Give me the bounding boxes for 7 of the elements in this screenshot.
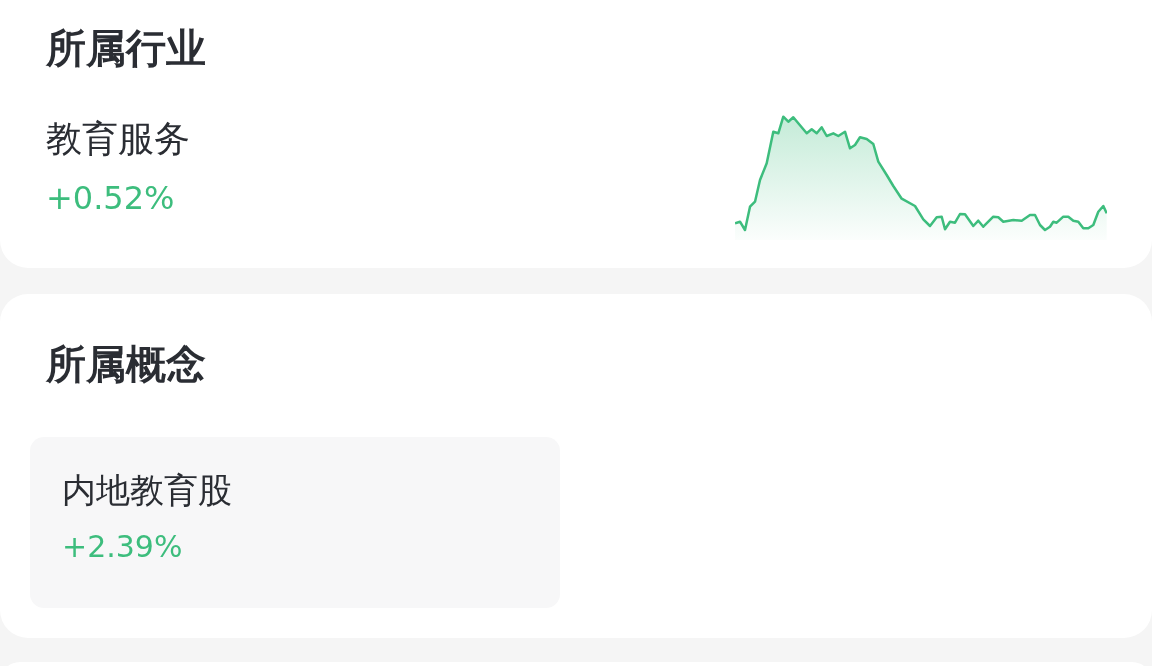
industry-change: +0.52% [46, 178, 176, 218]
concept-name: 内地教育股 [62, 469, 233, 512]
concept-tile[interactable]: 内地教育股 +2.39% [30, 437, 560, 608]
industry-name[interactable]: 教育服务 [46, 114, 206, 164]
section-title: 所属概念 [46, 340, 207, 389]
section-title: 所属行业 [46, 24, 206, 73]
concept-change: +2.39% [62, 528, 184, 566]
